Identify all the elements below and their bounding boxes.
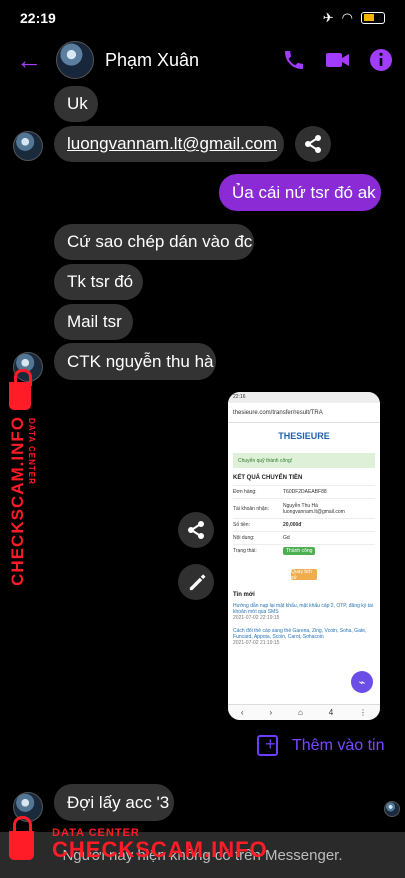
screenshot-history-button: Quay lịch sử (291, 569, 317, 581)
status-bar: 22:19 ✈ ◠ (0, 0, 405, 36)
checkscam-side-watermark: CHECKSCAM.INFO DATA CENTER (4, 369, 38, 586)
airplane-icon: ✈ (322, 10, 334, 25)
contact-name[interactable]: Phạm Xuân (105, 50, 199, 71)
screenshot-row: Tài khoản nhận: Nguyễn Thu Hà luongvannam.… (233, 498, 375, 518)
screenshot-row: Nội dung: Gd (233, 531, 375, 544)
message-text: Uk (67, 94, 88, 113)
incoming-message-mail[interactable]: Mail tsr (54, 304, 133, 340)
contact-avatar[interactable] (56, 41, 94, 79)
phone-icon[interactable] (282, 48, 306, 72)
screenshot-success-alert: Chuyển quỹ thành công! (233, 453, 375, 468)
incoming-message-ctk[interactable]: CTK nguyễn thu hà (54, 343, 216, 380)
incoming-message-account[interactable]: Tk tsr đó (54, 264, 143, 300)
video-camera-icon[interactable] (324, 48, 351, 72)
messenger-unavailable-notice: Người này hiện không có trên Messenger. (0, 832, 405, 878)
conversation-header: ← Phạm Xuân (0, 36, 405, 84)
screenshot-row: Đơn hàng: T60DF2DAEABF88 (233, 485, 375, 498)
info-icon[interactable] (369, 48, 393, 72)
message-text: Cứ sao chép dán vào đc (67, 232, 253, 251)
message-text: Tk tsr đó (67, 272, 134, 291)
screenshot-url: thesieure.com/transfer/result/TRA (228, 403, 380, 423)
contact-avatar[interactable] (13, 792, 43, 822)
screenshot-recipient: Nguyễn Thu Hà luongvannam.lt@gmail.com (283, 502, 345, 515)
screenshot-logo: THESIEURE (278, 431, 330, 441)
email-link[interactable]: luongvannam.lt@gmail.com (67, 134, 277, 154)
screenshot-status: 22:16 (228, 392, 380, 403)
sent-message[interactable]: Ủa cái nứ tsr đó ak (219, 174, 381, 211)
wifi-icon: ◠ (341, 10, 353, 25)
shared-screenshot[interactable]: 22:16 thesieure.com/transfer/result/TRA … (228, 392, 380, 720)
incoming-message-waiting[interactable]: Đợi lấy acc '3 (54, 784, 174, 821)
share-icon (188, 521, 204, 539)
screenshot-title: KẾT QUẢ CHUYỂN TIỀN (233, 475, 303, 481)
edit-image-button[interactable] (178, 564, 214, 600)
messenger-bubble-icon: ⌁ (351, 671, 373, 693)
screenshot-row: Số tiền: 20,000đ (233, 518, 375, 531)
share-image-button[interactable] (178, 512, 214, 548)
lock-icon (9, 369, 32, 410)
watermark-large-text: CHECKSCAM.INFO (8, 416, 27, 586)
incoming-message-email[interactable]: luongvannam.lt@gmail.com (54, 126, 284, 162)
screenshot-news: Tin mới Hướng dẫn nạp lại mật khẩu, mật … (233, 592, 373, 646)
status-time: 22:19 (20, 10, 56, 26)
read-receipt-avatar (384, 801, 400, 817)
add-to-story-label: Thêm vào tin (292, 736, 385, 754)
incoming-message-uk[interactable]: Uk (54, 86, 98, 122)
header-actions (282, 48, 393, 72)
message-text: CTK nguyễn thu hà (67, 351, 214, 371)
incoming-message-copy[interactable]: Cứ sao chép dán vào đc (54, 224, 254, 260)
message-text: Ủa cái nứ tsr đó ak (232, 182, 376, 202)
status-icons: ✈ ◠ (323, 10, 385, 26)
share-button[interactable] (295, 126, 331, 162)
back-arrow-icon[interactable]: ← (12, 43, 46, 77)
contact-avatar[interactable] (13, 352, 43, 382)
pencil-icon (189, 573, 206, 590)
share-icon (305, 135, 321, 153)
watermark-small-text: DATA CENTER (27, 418, 36, 485)
screenshot-browser-toolbar: ‹ › ⌂ 4 ⋮ (228, 704, 380, 720)
add-to-story-button[interactable]: Thêm vào tin (257, 734, 385, 756)
battery-icon (361, 12, 385, 24)
message-text: Đợi lấy acc '3 (67, 792, 170, 812)
add-to-story-icon (257, 734, 278, 756)
contact-avatar[interactable] (13, 131, 43, 161)
screenshot-row: Trạng thái: Thành công (233, 544, 375, 557)
message-text: Mail tsr (67, 312, 122, 331)
